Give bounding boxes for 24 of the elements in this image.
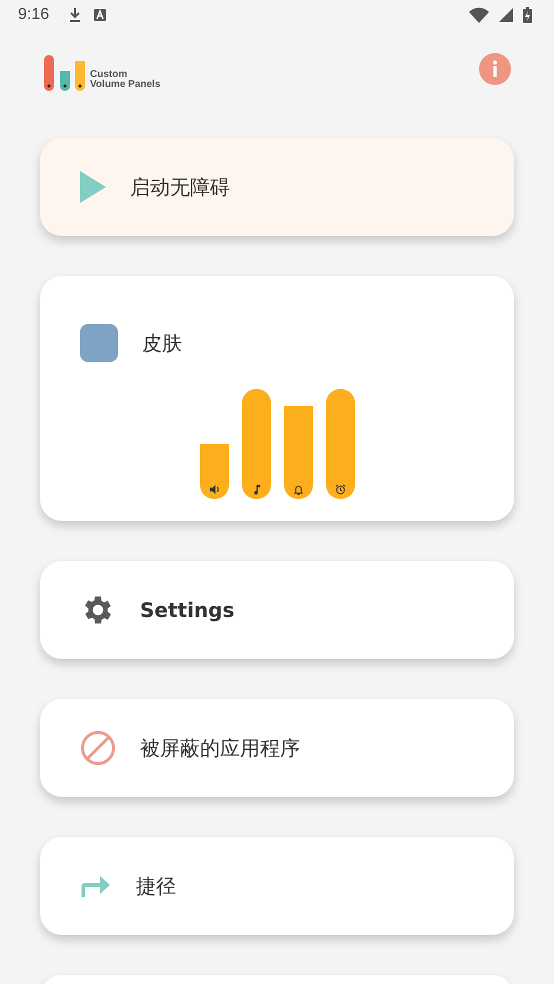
start-card[interactable]: 启动无障碍 xyxy=(40,138,514,236)
blocked-icon xyxy=(80,730,116,766)
keyboard-a-icon xyxy=(93,8,108,22)
status-time: 9:16 xyxy=(18,6,50,24)
play-icon xyxy=(80,171,106,203)
wifi-icon xyxy=(469,7,489,23)
logo-icon xyxy=(44,55,88,93)
bell-icon xyxy=(292,484,304,495)
card-label: 被屏蔽的应用程序 xyxy=(140,734,300,762)
blocked-card[interactable]: 被屏蔽的应用程序 xyxy=(40,699,514,797)
settings-card[interactable]: Settings xyxy=(40,561,514,659)
info-button[interactable] xyxy=(479,53,511,85)
signal-icon xyxy=(499,8,513,22)
logo-text: Custom xyxy=(90,70,128,80)
card-label: Settings xyxy=(140,598,234,622)
logo-text: Volume Panels xyxy=(90,80,160,90)
shortcut-card[interactable]: 捷径 xyxy=(40,837,514,935)
forward-arrow-icon xyxy=(80,874,112,898)
card-label: 皮肤 xyxy=(142,330,182,356)
battery-icon xyxy=(523,7,532,23)
card-label: 捷径 xyxy=(136,872,176,900)
card-label: 启动无障碍 xyxy=(130,174,230,200)
speaker-icon xyxy=(208,484,220,495)
skin-swatch-icon xyxy=(80,324,118,362)
